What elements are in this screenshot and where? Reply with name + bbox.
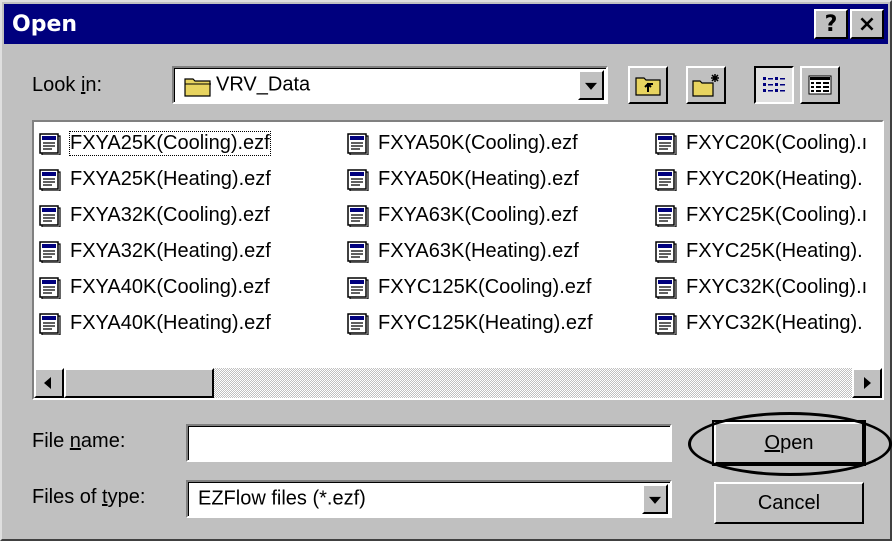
file-list[interactable]: FXYA25K(Cooling).ezf FXYA25K(Heating).ezf… xyxy=(32,120,884,400)
ezf-file-icon xyxy=(347,205,369,227)
title-bar[interactable]: Open ? × xyxy=(4,4,888,44)
file-list-item-label: FXYA50K(Cooling).ezf xyxy=(378,131,578,154)
ezf-file-icon xyxy=(655,241,677,263)
file-list-item[interactable]: FXYA32K(Heating).ezf xyxy=(38,236,271,266)
files-of-type-value: EZFlow files (*.ezf) xyxy=(198,487,366,510)
look-in-combo[interactable]: VRV_Data xyxy=(172,66,608,104)
cancel-button[interactable]: Cancel xyxy=(714,482,864,524)
ezf-file-icon xyxy=(655,277,677,299)
ezf-file-icon xyxy=(347,313,369,335)
file-list-item-label: FXYA32K(Heating).ezf xyxy=(70,239,271,262)
folder-icon xyxy=(184,78,211,97)
file-list-item[interactable]: FXYC20K(Cooling).ı xyxy=(654,128,867,158)
file-list-item-label: FXYA40K(Cooling).ezf xyxy=(70,275,270,298)
file-list-item[interactable]: FXYC32K(Heating). xyxy=(654,308,863,338)
open-button-label: Open xyxy=(764,431,814,454)
scroll-thumb[interactable] xyxy=(64,368,214,398)
file-list-item[interactable]: FXYA40K(Cooling).ezf xyxy=(38,272,270,302)
ezf-file-icon xyxy=(39,277,61,299)
file-list-item[interactable]: FXYA63K(Cooling).ezf xyxy=(346,200,578,230)
files-of-type-label: Files of type: xyxy=(32,486,146,508)
files-of-type-dropdown-button[interactable] xyxy=(642,484,668,514)
ezf-file-icon xyxy=(39,133,61,155)
file-list-item[interactable]: FXYA63K(Heating).ezf xyxy=(346,236,579,266)
file-list-item[interactable]: FXYC125K(Heating).ezf xyxy=(346,308,593,338)
scroll-left-button[interactable] xyxy=(34,368,64,398)
details-view-button[interactable] xyxy=(800,66,840,104)
file-list-item[interactable]: FXYA50K(Cooling).ezf xyxy=(346,128,578,158)
ezf-file-icon xyxy=(655,169,677,191)
create-new-folder-icon xyxy=(692,74,719,97)
file-list-item-label: FXYA63K(Cooling).ezf xyxy=(378,203,578,226)
ezf-file-icon xyxy=(39,205,61,227)
file-list-item-label: FXYC20K(Heating). xyxy=(686,167,863,190)
file-list-item[interactable]: FXYC32K(Cooling).ı xyxy=(654,272,867,302)
file-list-item-label: FXYA40K(Heating).ezf xyxy=(70,311,271,334)
files-of-type-combo[interactable]: EZFlow files (*.ezf) xyxy=(186,480,672,518)
details-view-icon xyxy=(808,75,832,95)
open-dialog: Open ? × Look in: VRV_Data FXYA25K(Cooli… xyxy=(0,0,892,541)
file-list-item-label: FXYA32K(Cooling).ezf xyxy=(70,203,270,226)
file-list-item-label: FXYC20K(Cooling).ı xyxy=(686,131,868,154)
file-list-item-label: FXYC125K(Cooling).ezf xyxy=(378,275,592,298)
scroll-right-button[interactable] xyxy=(852,368,882,398)
ezf-file-icon xyxy=(655,313,677,335)
ezf-file-icon xyxy=(655,205,677,227)
help-icon: ? xyxy=(824,11,838,37)
up-one-level-button[interactable] xyxy=(628,66,668,104)
help-button[interactable]: ? xyxy=(814,9,848,39)
file-list-item[interactable]: FXYA32K(Cooling).ezf xyxy=(38,200,270,230)
file-list-item-label: FXYA25K(Heating).ezf xyxy=(70,167,271,190)
look-in-value: VRV_Data xyxy=(216,73,311,96)
close-icon: × xyxy=(857,11,877,37)
file-list-item[interactable]: FXYC25K(Cooling).ı xyxy=(654,200,867,230)
file-list-item-label: FXYC32K(Heating). xyxy=(686,311,863,334)
file-name-input[interactable] xyxy=(186,424,672,462)
list-view-button[interactable] xyxy=(754,66,794,104)
ezf-file-icon xyxy=(347,241,369,263)
file-list-item-label: FXYA50K(Heating).ezf xyxy=(378,167,579,190)
file-list-item-label: FXYA63K(Heating).ezf xyxy=(378,239,579,262)
file-list-item-label: FXYC25K(Cooling).ı xyxy=(686,203,868,226)
list-view-icon xyxy=(763,77,785,92)
cancel-button-label: Cancel xyxy=(757,491,821,514)
file-list-item-label: FXYC32K(Cooling).ı xyxy=(686,275,868,298)
file-list-item-label: FXYC125K(Heating).ezf xyxy=(378,311,593,334)
close-button[interactable]: × xyxy=(850,9,884,39)
look-in-dropdown-button[interactable] xyxy=(578,70,604,100)
window-title: Open xyxy=(12,11,78,37)
file-list-item[interactable]: FXYA40K(Heating).ezf xyxy=(38,308,271,338)
ezf-file-icon xyxy=(39,241,61,263)
file-list-item[interactable]: FXYA25K(Cooling).ezf xyxy=(38,128,271,158)
ezf-file-icon xyxy=(347,277,369,299)
ezf-file-icon xyxy=(347,133,369,155)
ezf-file-icon xyxy=(655,133,677,155)
file-list-item-label: FXYA25K(Cooling).ezf xyxy=(69,130,271,156)
file-list-item[interactable]: FXYC20K(Heating). xyxy=(654,164,863,194)
ezf-file-icon xyxy=(39,169,61,191)
file-list-item[interactable]: FXYC125K(Cooling).ezf xyxy=(346,272,591,302)
look-in-label: Look in: xyxy=(32,74,103,96)
create-new-folder-button[interactable] xyxy=(686,66,726,104)
file-name-label: File name: xyxy=(32,430,126,452)
ezf-file-icon xyxy=(39,313,61,335)
file-list-item[interactable]: FXYC25K(Heating). xyxy=(654,236,863,266)
file-list-item-label: FXYC25K(Heating). xyxy=(686,239,863,262)
ezf-file-icon xyxy=(347,169,369,191)
up-one-level-icon xyxy=(635,77,661,96)
open-button[interactable]: Open xyxy=(712,420,866,466)
horizontal-scrollbar[interactable] xyxy=(34,368,882,398)
file-list-item[interactable]: FXYA25K(Heating).ezf xyxy=(38,164,271,194)
file-list-item[interactable]: FXYA50K(Heating).ezf xyxy=(346,164,579,194)
